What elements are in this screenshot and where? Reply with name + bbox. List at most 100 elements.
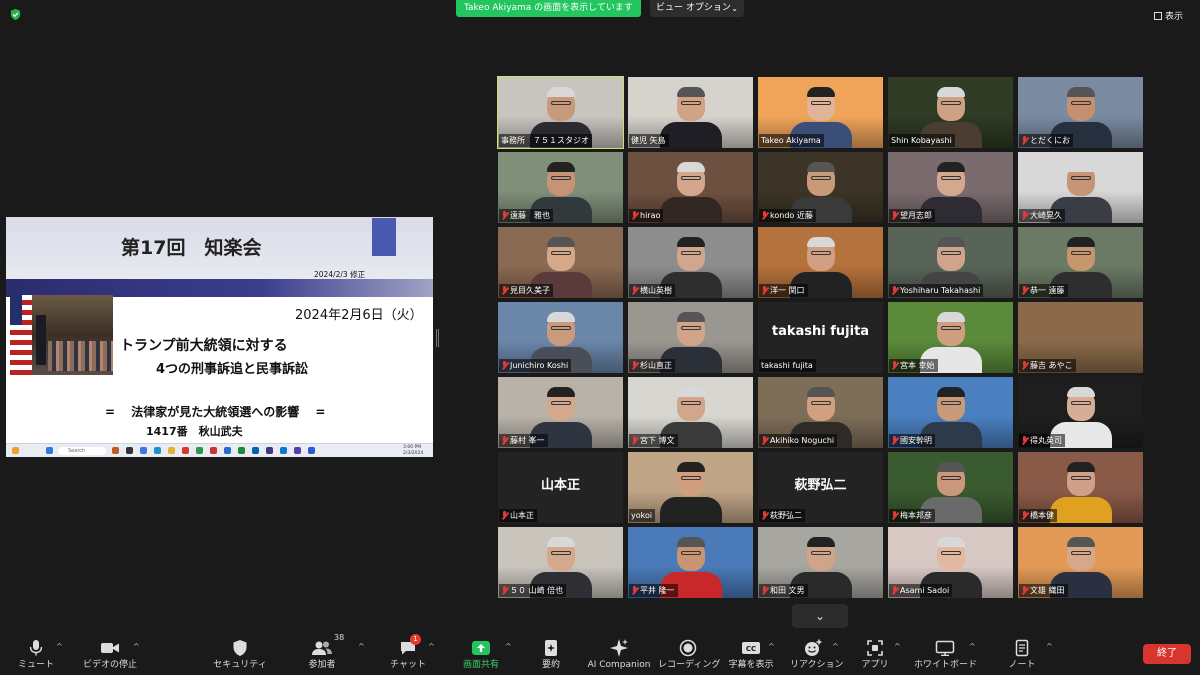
participant-name-tag: 宮本 幸始 [889, 359, 938, 372]
gallery-expand-button[interactable]: ⌄ [792, 604, 848, 628]
windows-icon [46, 447, 53, 454]
participant-hair [1067, 462, 1095, 472]
notes-icon [1015, 639, 1029, 657]
reactions-options-caret[interactable]: ^ [832, 633, 842, 675]
record-button[interactable]: レコーディング [658, 633, 720, 675]
participant-hair [547, 537, 575, 547]
participant-tile[interactable]: 大崎晃久 [1018, 152, 1143, 223]
whiteboard-button[interactable]: ホワイトボード [914, 633, 977, 675]
shield-check-icon[interactable] [9, 8, 22, 21]
participant-tile[interactable]: 平井 隆一 [628, 527, 753, 598]
participants-count: 38 [334, 633, 345, 642]
participant-hair [937, 237, 965, 247]
participant-tile[interactable]: 藤吉 あやこ [1018, 302, 1143, 373]
participant-tile[interactable]: 文雄 織田 [1018, 527, 1143, 598]
participant-tile[interactable]: Yoshiharu Takahashi [888, 227, 1013, 298]
participant-tile[interactable]: Asami Sadoi [888, 527, 1013, 598]
ai-companion-button[interactable]: AI Companion [586, 633, 652, 675]
chat-button[interactable]: 1 チャット [390, 633, 426, 675]
view-toggle-button[interactable]: 表示 [1154, 9, 1183, 22]
view-options-button[interactable]: ビュー オプション ⌄ [650, 0, 744, 17]
participant-tile[interactable]: 橋本健 [1018, 452, 1143, 523]
participant-name-tag: Shin Kobayashi [889, 134, 955, 147]
crowd-image [48, 341, 113, 371]
participant-tile[interactable]: ５０ 山崎 倍也 [498, 527, 623, 598]
participant-tile[interactable]: 杉山直正 [628, 302, 753, 373]
participant-glasses [1071, 176, 1091, 180]
participant-tile[interactable]: yokoi [628, 452, 753, 523]
participant-tile[interactable]: Takeo Akiyama [758, 77, 883, 148]
participants-label: 参加者 [308, 660, 336, 670]
participant-tile[interactable]: hirao [628, 152, 753, 223]
participant-tile[interactable]: 宮本 幸始 [888, 302, 1013, 373]
participant-tile[interactable]: Shin Kobayashi [888, 77, 1013, 148]
captions-options-caret[interactable]: ^ [768, 633, 778, 675]
shared-screen[interactable]: 第17回 知楽会 2024/2/3 修正 2024年2月6日（火） トランプ前大… [6, 217, 433, 457]
participant-glasses [551, 551, 571, 555]
participant-glasses [551, 401, 571, 405]
muted-microphone-icon [891, 361, 899, 370]
participant-tile[interactable]: takashi fujita takashi fujita [758, 302, 883, 373]
notes-options-caret[interactable]: ^ [1046, 633, 1056, 675]
participant-name: 事務所 ７５１スタジオ [501, 136, 589, 145]
participant-tile[interactable]: 和田 文男 [758, 527, 883, 598]
mute-button[interactable]: ミュート [16, 633, 56, 675]
muted-microphone-icon [761, 286, 769, 295]
participant-tile[interactable]: 見目久美子 [498, 227, 623, 298]
participant-tile[interactable]: 梅本邦彦 [888, 452, 1013, 523]
participant-tile[interactable]: 得丸英司 [1018, 377, 1143, 448]
stop-video-button[interactable]: ビデオの停止 [80, 633, 140, 675]
participant-tile[interactable]: 洋一 関口 [758, 227, 883, 298]
reactions-button[interactable]: リアクション [790, 633, 844, 675]
participant-tile[interactable]: Akihiko Noguchi [758, 377, 883, 448]
chat-unread-badge: 1 [410, 634, 421, 645]
muted-microphone-icon [1021, 136, 1029, 145]
participant-name-tag: Asami Sadoi [889, 584, 953, 597]
participant-name-tag: 見目久美子 [499, 284, 553, 297]
participant-name-tag: 藤吉 あやこ [1019, 359, 1076, 372]
participant-name-tag: 健児 矢島 [629, 134, 669, 147]
chevron-up-icon: ^ [358, 642, 365, 651]
participant-hair [937, 312, 965, 322]
participant-glasses [1071, 101, 1091, 105]
participant-tile[interactable]: 國安幹明 [888, 377, 1013, 448]
participant-hair [1067, 87, 1095, 97]
whiteboard-options-caret[interactable]: ^ [969, 633, 979, 675]
share-options-caret[interactable]: ^ [505, 633, 515, 675]
participants-options-caret[interactable]: ^ [358, 633, 368, 675]
muted-microphone-icon [891, 211, 899, 220]
participant-hair [547, 87, 575, 97]
notes-button[interactable]: ノート [1006, 633, 1038, 675]
participant-tile[interactable]: 萩野弘二 萩野弘二 [758, 452, 883, 523]
apps-button[interactable]: アプリ [860, 633, 890, 675]
participant-hair [547, 387, 575, 397]
participant-glasses [811, 401, 831, 405]
mute-options-caret[interactable]: ^ [56, 633, 66, 675]
participants-button[interactable]: 38 参加者 [300, 633, 344, 675]
participant-tile[interactable]: 遠藤 雅也 [498, 152, 623, 223]
participant-tile[interactable]: 健児 矢島 [628, 77, 753, 148]
participant-tile[interactable]: 山本正 山本正 [498, 452, 623, 523]
end-meeting-button[interactable]: 終了 [1143, 644, 1191, 664]
security-button[interactable]: セキュリティ [212, 633, 268, 675]
chevron-down-icon: ⌄ [731, 4, 738, 13]
video-options-caret[interactable]: ^ [133, 633, 143, 675]
participant-tile[interactable]: 事務所 ７５１スタジオ [497, 76, 624, 149]
participant-name-tag: takashi fujita [759, 359, 816, 372]
participant-tile[interactable]: 宮下 博文 [628, 377, 753, 448]
participant-tile[interactable]: とだくにお [1018, 77, 1143, 148]
participant-tile[interactable]: Junichiro Koshi [498, 302, 623, 373]
share-screen-button[interactable]: 画面共有 [458, 633, 504, 675]
participant-tile[interactable]: 望月志郎 [888, 152, 1013, 223]
split-divider-handle[interactable] [436, 329, 439, 347]
chat-options-caret[interactable]: ^ [428, 633, 438, 675]
participant-tile[interactable]: 藤村 峯一 [498, 377, 623, 448]
apps-options-caret[interactable]: ^ [894, 633, 904, 675]
participant-tile[interactable]: 横山英樹 [628, 227, 753, 298]
participant-tile[interactable]: kondo 近藤 [758, 152, 883, 223]
participant-tile[interactable]: 恭一 遠藤 [1018, 227, 1143, 298]
whiteboard-icon [935, 640, 955, 656]
app-icon [196, 447, 203, 454]
participant-name: 宮下 博文 [640, 436, 675, 445]
summary-button[interactable]: 要約 [536, 633, 566, 675]
